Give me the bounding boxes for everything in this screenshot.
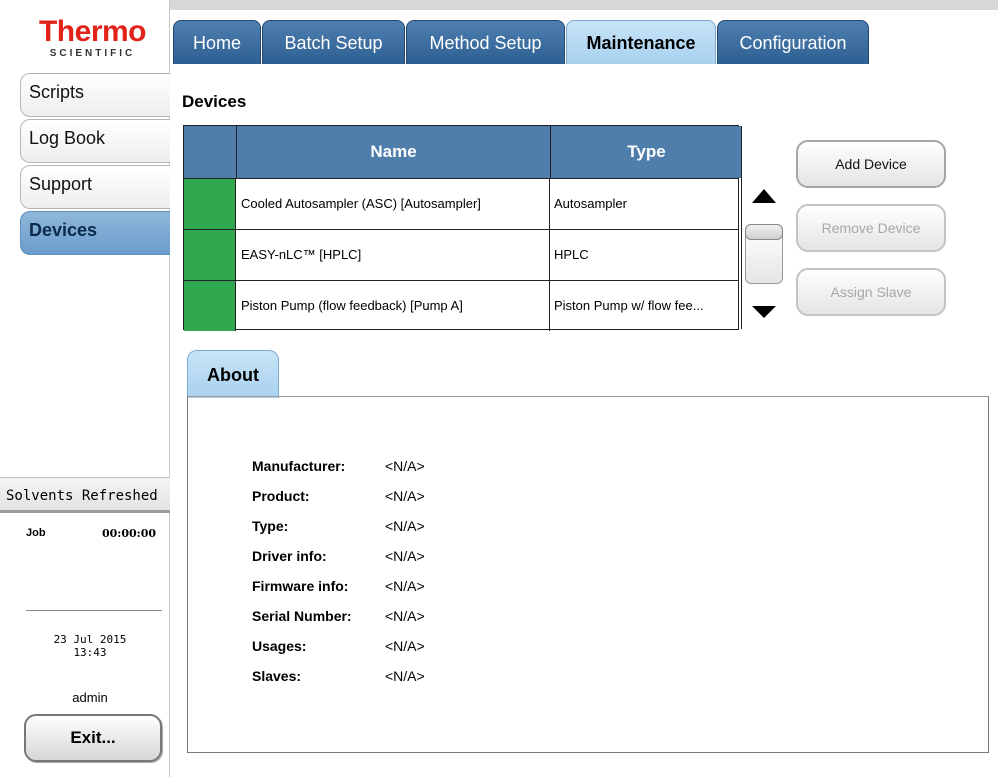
property-label: Usages: [252, 638, 307, 654]
about-panel: Manufacturer: <N/A> Product: <N/A> Type:… [187, 396, 989, 753]
tab-home[interactable]: Home [173, 20, 261, 64]
device-name: EASY-nLC™ [HPLC] [237, 230, 550, 280]
device-type: Piston Pump w/ flow fee... [554, 298, 704, 313]
devices-title: Devices [182, 92, 247, 111]
sidebar-item-log-book[interactable]: Log Book [20, 119, 170, 163]
sidebar-item-label: Devices [29, 220, 98, 240]
property-value: <N/A> [385, 488, 425, 504]
job-row: Job 00:00:00 [0, 513, 170, 540]
property-value: <N/A> [385, 578, 425, 594]
logo-sub: SCIENTIFIC [49, 48, 136, 59]
top-tab-bar: Home Batch Setup Method Setup Maintenanc… [170, 10, 998, 64]
device-status-indicator [184, 230, 236, 280]
property-value: <N/A> [385, 608, 425, 624]
device-type: HPLC [554, 247, 589, 262]
sidebar-item-label: Log Book [29, 128, 106, 148]
exit-button[interactable]: Exit... [24, 714, 162, 762]
name-column-header: Name [237, 126, 551, 178]
assign-slave-button[interactable]: Assign Slave [796, 268, 946, 316]
table-scrollbar[interactable] [741, 126, 786, 329]
job-time: 00:00:00 [101, 527, 156, 540]
table-row[interactable]: Cooled Autosampler (ASC) [Autosampler] A… [184, 178, 738, 229]
sidebar-item-label: Support [29, 174, 93, 194]
scrollbar-grip[interactable] [745, 224, 783, 240]
property-label: Serial Number: [252, 608, 352, 624]
thermo-scientific-logo: Thermo SCIENTIFIC [20, 15, 165, 64]
table-row[interactable]: Piston Pump (flow feedback) [Pump A] Pis… [184, 280, 738, 331]
property-value: <N/A> [385, 638, 425, 654]
sidebar-item-devices[interactable]: Devices [20, 211, 170, 255]
status-message: Solvents Refreshed [0, 477, 170, 513]
property-value: <N/A> [385, 548, 425, 564]
property-label: Firmware info: [252, 578, 349, 594]
property-label: Manufacturer: [252, 458, 346, 474]
date: 23 Jul 2015 [53, 633, 127, 646]
property-label: Type: [252, 518, 289, 534]
sidebar-item-support[interactable]: Support [20, 165, 170, 209]
device-name: Piston Pump (flow feedback) [Pump A] [237, 281, 550, 331]
scroll-down-arrow-icon[interactable] [752, 306, 776, 318]
tab-maintenance[interactable]: Maintenance [566, 20, 716, 64]
type-column-header: Type [551, 126, 742, 178]
property-label: Driver info: [252, 548, 327, 564]
tab-configuration[interactable]: Configuration [717, 20, 869, 64]
property-value: <N/A> [385, 668, 425, 684]
property-value: <N/A> [385, 518, 425, 534]
device-type: Autosampler [554, 196, 627, 211]
status-column-header [184, 126, 237, 178]
sidebar: Thermo SCIENTIFIC Scripts Log Book Suppo… [0, 0, 170, 777]
devices-table: Name Type Cooled Autosampler (ASC) [Auto… [183, 125, 783, 331]
tab-batch-setup[interactable]: Batch Setup [262, 20, 405, 64]
tab-method-setup[interactable]: Method Setup [406, 20, 565, 64]
add-device-button[interactable]: Add Device [796, 140, 946, 188]
property-value: <N/A> [385, 458, 425, 474]
sidebar-item-scripts[interactable]: Scripts [20, 73, 170, 117]
time: 13:43 [73, 646, 107, 659]
device-status-indicator [184, 281, 236, 331]
tab-about[interactable]: About [187, 350, 279, 398]
remove-device-button[interactable]: Remove Device [796, 204, 946, 252]
table-row[interactable]: EASY-nLC™ [HPLC] HPLC [184, 229, 738, 280]
scroll-up-arrow-icon[interactable] [752, 189, 776, 203]
device-status-indicator [184, 179, 236, 229]
logo-brand: Thermo [38, 15, 147, 48]
device-name: Cooled Autosampler (ASC) [Autosampler] [237, 179, 550, 229]
property-label: Product: [252, 488, 310, 504]
job-label: Job [26, 527, 46, 539]
status-panel: Solvents Refreshed Job 00:00:00 [0, 477, 170, 540]
main-content: Devices Name Type Cooled Autosampler (AS… [170, 64, 998, 777]
divider [26, 610, 162, 611]
date-time: 23 Jul 2015 13:43 [30, 633, 150, 659]
property-label: Slaves: [252, 668, 302, 684]
user-name: admin [72, 690, 108, 705]
sidebar-item-label: Scripts [29, 82, 85, 102]
